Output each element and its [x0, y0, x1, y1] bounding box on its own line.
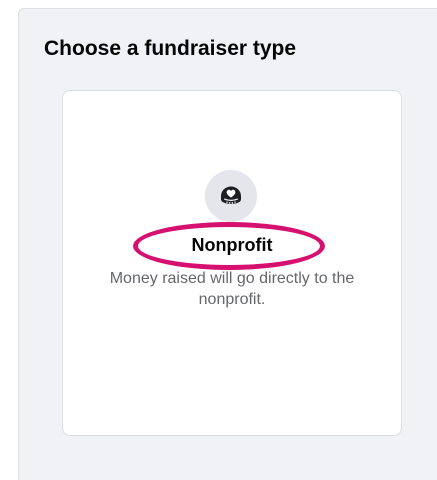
- option-title: Nonprofit: [191, 235, 273, 255]
- section-title: Choose a fundraiser type: [44, 37, 297, 60]
- icon-container: [205, 170, 257, 222]
- viewport: Choose a fundraiser type Nonprofit Money…: [0, 0, 437, 480]
- donation-heart-icon: [221, 186, 241, 204]
- nonprofit-option-card[interactable]: Nonprofit Money raised will go directly …: [62, 90, 402, 436]
- option-description: Money raised will go directly to the non…: [109, 270, 355, 308]
